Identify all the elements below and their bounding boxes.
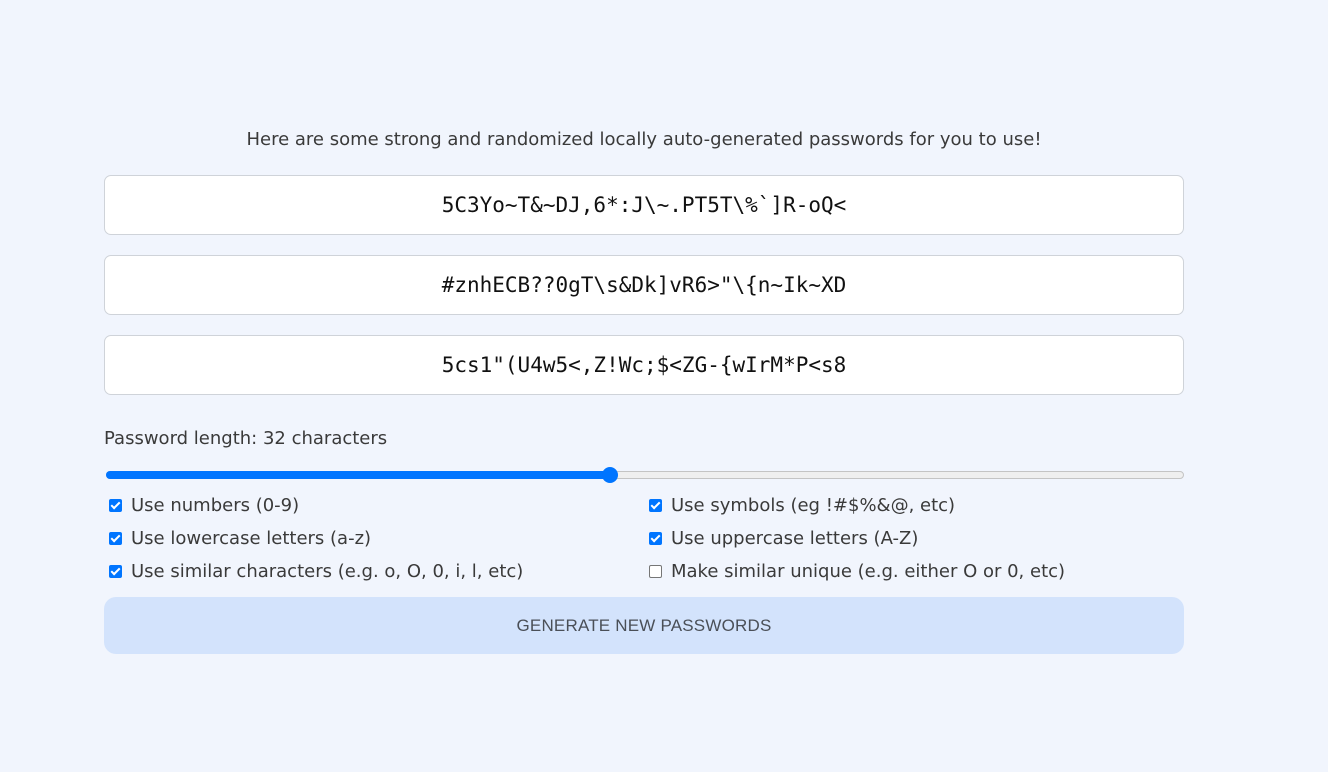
intro-text: Here are some strong and randomized loca… (246, 129, 1042, 150)
symbols-checkbox[interactable] (649, 498, 662, 512)
slider-thumb[interactable] (601, 467, 618, 483)
option-use-numbers[interactable]: Use numbers (0-9) (104, 493, 644, 517)
similar-unique-checkbox[interactable] (649, 564, 662, 578)
generate-passwords-button[interactable]: GENERATE NEW PASSWORDS (104, 597, 1184, 654)
option-label: Make similar unique (e.g. either O or 0,… (671, 560, 1066, 582)
password-field-2[interactable]: #znhECB??0gT\s&Dk]vR6>"\{n~Ik~XD (104, 255, 1184, 315)
option-use-symbols[interactable]: Use symbols (eg !#$%&@, etc) (644, 493, 1184, 517)
password-field-3[interactable]: 5cs1"(U4w5<,Z!Wc;$<ZG-{wIrM*P<s8 (104, 335, 1184, 395)
numbers-checkbox[interactable] (109, 498, 122, 512)
option-use-lowercase[interactable]: Use lowercase letters (a-z) (104, 526, 644, 550)
password-length-slider[interactable] (106, 467, 1184, 483)
option-label: Use symbols (eg !#$%&@, etc) (671, 494, 956, 516)
option-label: Use numbers (0-9) (131, 494, 300, 516)
similar-checkbox[interactable] (109, 564, 122, 578)
option-label: Use similar characters (e.g. o, O, 0, i,… (131, 560, 524, 582)
password-length-label: Password length: 32 characters (104, 428, 388, 449)
option-label: Use lowercase letters (a-z) (131, 527, 372, 549)
slider-fill (106, 471, 610, 479)
lowercase-checkbox[interactable] (109, 531, 122, 545)
option-label: Use uppercase letters (A-Z) (671, 527, 919, 549)
password-field-1[interactable]: 5C3Yo~T&~DJ,6*:J\~.PT5T\%`]R-oQ< (104, 175, 1184, 235)
option-use-similar[interactable]: Use similar characters (e.g. o, O, 0, i,… (104, 559, 644, 583)
uppercase-checkbox[interactable] (649, 531, 662, 545)
options-grid: Use numbers (0-9) Use symbols (eg !#$%&@… (104, 493, 1184, 583)
option-make-similar-unique[interactable]: Make similar unique (e.g. either O or 0,… (644, 559, 1184, 583)
option-use-uppercase[interactable]: Use uppercase letters (A-Z) (644, 526, 1184, 550)
password-generator: Here are some strong and randomized loca… (104, 126, 1184, 654)
